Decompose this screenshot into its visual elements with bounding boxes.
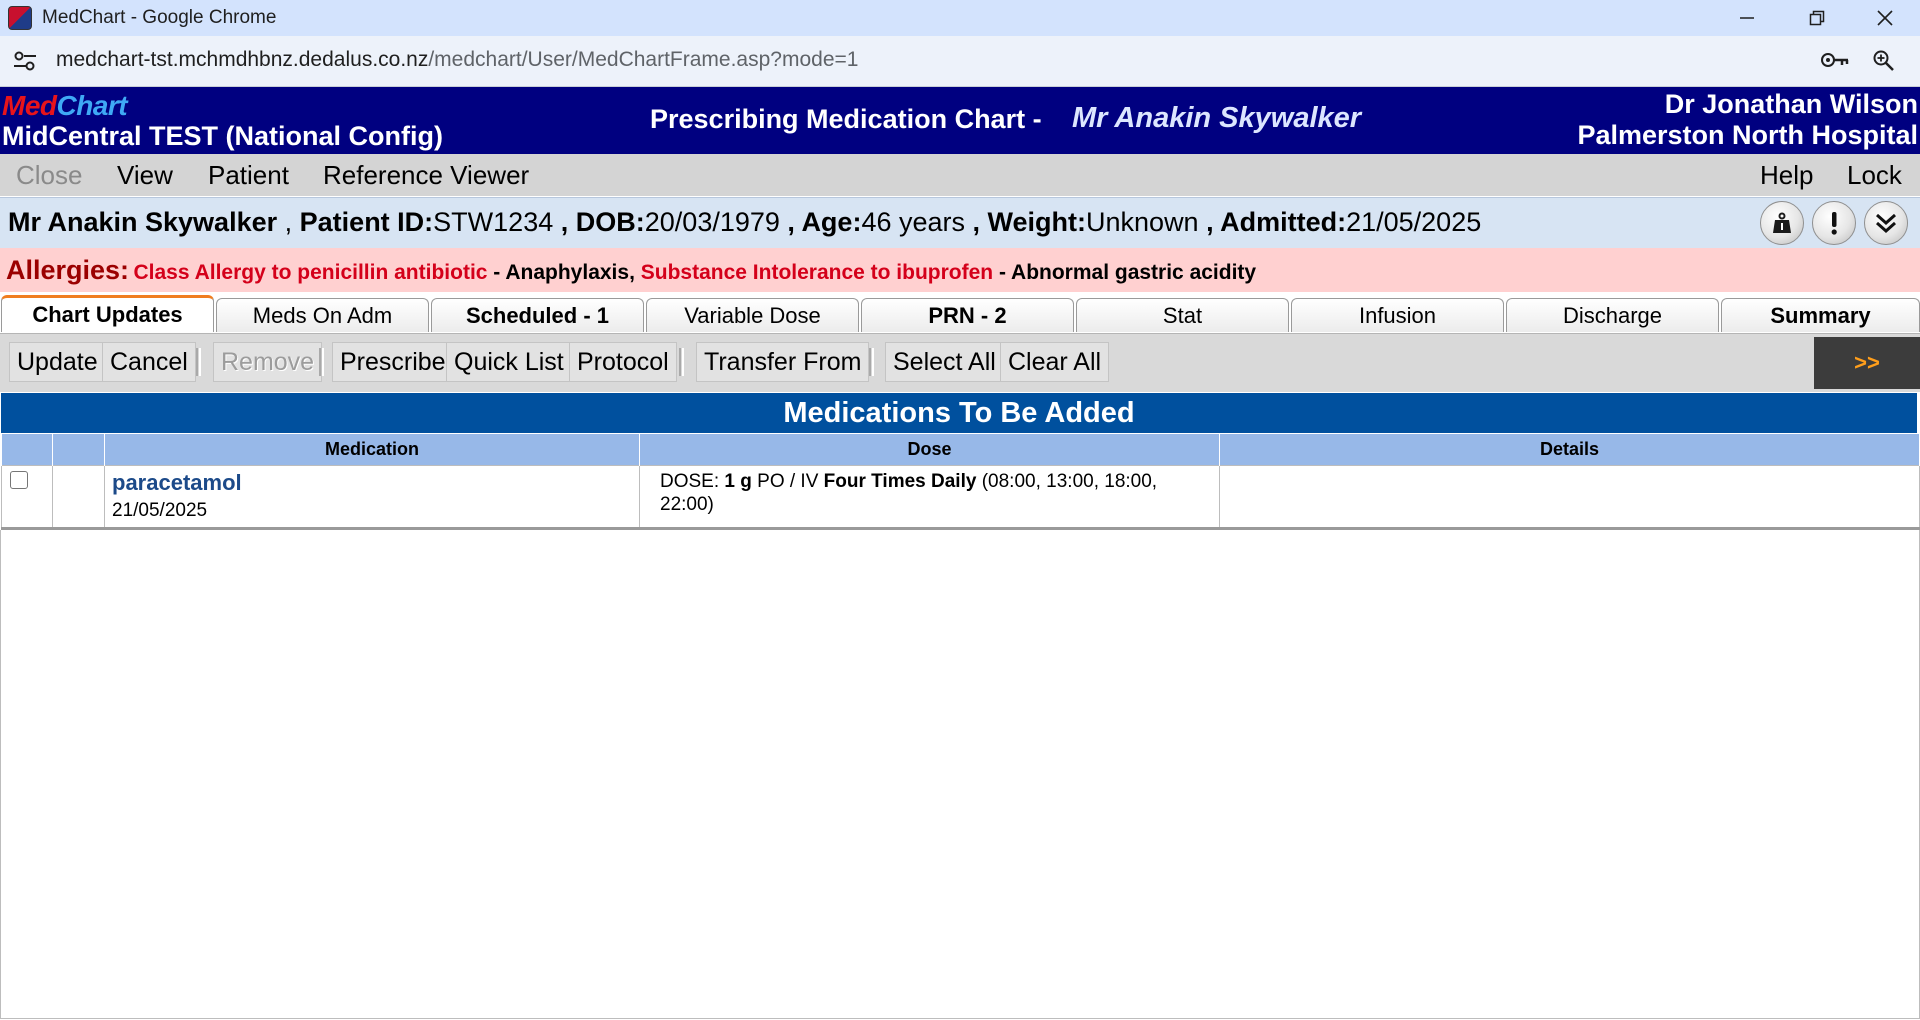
expand-banner-button[interactable]: [1864, 201, 1908, 245]
url-host: medchart-tst.mchmdhbnz.dedalus.co.nz: [56, 48, 429, 71]
toolbar-separator: [679, 348, 684, 376]
allergy-reaction: Anaphylaxis: [505, 261, 630, 284]
medications-section-title: Medications To Be Added: [1, 393, 1917, 433]
select-column-header: [1, 433, 53, 466]
allergy-item: Class Allergy to penicillin antibiotic: [133, 261, 488, 284]
dose-column-header: Dose: [639, 433, 1220, 466]
medication-date: 21/05/2025: [112, 500, 208, 521]
menu-help[interactable]: Help: [1760, 160, 1813, 191]
config-name: MidCentral TEST (National Config): [2, 121, 443, 151]
close-icon: [1877, 10, 1893, 26]
quick-list-button[interactable]: Quick List: [446, 342, 572, 382]
tab-infusion[interactable]: Infusion: [1291, 298, 1504, 332]
zoom-icon[interactable]: [1872, 49, 1896, 73]
chart-patient-name: Mr Anakin Skywalker: [1072, 102, 1362, 134]
current-doctor: Dr Jonathan Wilson: [1664, 89, 1918, 119]
url-field[interactable]: medchart-tst.mchmdhbnz.dedalus.co.nz/med…: [56, 48, 858, 72]
update-button[interactable]: Update: [9, 342, 106, 382]
allergies-bar: Allergies: Class Allergy to penicillin a…: [0, 248, 1920, 292]
more-actions-button[interactable]: >>: [1814, 337, 1920, 389]
browser-title-bar: MedChart - Google Chrome: [0, 0, 1920, 36]
medications-table: Medication Dose Details paracetamol 21/0…: [1, 433, 1920, 530]
chart-title: Prescribing Medication Chart -: [650, 104, 1042, 134]
alert-button[interactable]: [1812, 201, 1856, 245]
allergy-item: Substance Intolerance to ibuprofen: [640, 261, 994, 284]
exclamation-icon: [1831, 212, 1837, 235]
medchart-app-icon: [8, 6, 32, 30]
tab-meds-on-adm[interactable]: Meds On Adm: [216, 298, 429, 332]
medication-cell: paracetamol 21/05/2025: [104, 465, 640, 530]
prescribe-button[interactable]: Prescribe: [332, 342, 454, 382]
dose-amount: 1 g: [724, 471, 752, 492]
tab-prn[interactable]: PRN - 2: [861, 298, 1074, 332]
restore-icon: [1809, 10, 1825, 26]
tab-stat[interactable]: Stat: [1076, 298, 1289, 332]
menu-reference-viewer[interactable]: Reference Viewer: [323, 160, 529, 191]
patient-name: Mr Anakin Skywalker: [8, 207, 278, 237]
password-key-icon[interactable]: [1820, 50, 1850, 70]
medchart-header: MedChart MidCentral TEST (National Confi…: [0, 87, 1920, 154]
patient-admitted: 21/05/2025: [1346, 207, 1482, 237]
patient-weight: Unknown: [1086, 207, 1199, 237]
patient-id: STW1234: [433, 207, 554, 237]
weight-scale-icon: [1773, 212, 1791, 233]
double-chevron-down-icon: [1876, 213, 1896, 234]
address-bar: medchart-tst.mchmdhbnz.dedalus.co.nz/med…: [0, 36, 1920, 87]
remove-button[interactable]: Remove: [213, 342, 323, 382]
weight-button[interactable]: [1760, 201, 1804, 245]
table-row: paracetamol 21/05/2025 DOSE: 1 g PO / IV…: [1, 465, 1920, 530]
tab-scheduled[interactable]: Scheduled - 1: [431, 298, 644, 332]
select-cell: [1, 465, 53, 530]
close-window-button[interactable]: [1850, 0, 1920, 36]
select-all-button[interactable]: Select All: [885, 342, 1004, 382]
status-column-header: [52, 433, 105, 466]
status-cell: [52, 465, 105, 530]
minimize-icon: [1740, 17, 1754, 19]
dose-frequency: Four Times Daily: [823, 471, 977, 492]
tab-chart-updates[interactable]: Chart Updates: [1, 295, 214, 332]
table-header-row: Medication Dose Details: [1, 433, 1920, 466]
tab-discharge[interactable]: Discharge: [1506, 298, 1719, 332]
protocol-button[interactable]: Protocol: [569, 342, 677, 382]
details-cell: [1219, 465, 1920, 530]
toolbar-separator: [196, 348, 201, 376]
patient-details: Mr Anakin Skywalker , Patient ID:STW1234…: [8, 207, 1482, 237]
menu-lock[interactable]: Lock: [1847, 160, 1902, 191]
url-path: /medchart/User/MedChartFrame.asp?mode=1: [428, 48, 859, 71]
allergies-label: Allergies:: [6, 255, 130, 285]
action-toolbar: Update Cancel Remove Prescribe Quick Lis…: [0, 333, 1920, 392]
dose-text: DOSE: 1 g PO / IV Four Times Daily (08:0…: [660, 471, 1158, 515]
transfer-from-button[interactable]: Transfer From: [696, 342, 870, 382]
current-hospital: Palmerston North Hospital: [1577, 120, 1918, 150]
medication-name-link[interactable]: paracetamol: [112, 470, 639, 496]
minimize-button[interactable]: [1712, 0, 1782, 36]
details-column-header: Details: [1219, 433, 1920, 466]
allergy-reaction: Abnormal gastric acidity: [1011, 261, 1257, 284]
restore-button[interactable]: [1782, 0, 1852, 36]
menu-patient[interactable]: Patient: [208, 160, 289, 191]
clear-all-button[interactable]: Clear All: [1000, 342, 1110, 382]
cancel-button[interactable]: Cancel: [102, 342, 196, 382]
content-area: [0, 530, 1920, 1019]
tab-variable-dose[interactable]: Variable Dose: [646, 298, 859, 332]
menu-close[interactable]: Close: [16, 160, 82, 191]
menu-view[interactable]: View: [117, 160, 173, 191]
toolbar-separator: [319, 348, 324, 376]
tab-summary[interactable]: Summary: [1721, 298, 1920, 332]
site-settings-icon[interactable]: [12, 49, 38, 73]
dose-route: PO / IV: [757, 471, 819, 492]
medchart-logo: MedChart: [2, 90, 128, 121]
allergies-line: Allergies: Class Allergy to penicillin a…: [6, 255, 1257, 285]
toolbar-separator: [869, 348, 874, 376]
row-select-checkbox[interactable]: [10, 471, 28, 489]
window-title: MedChart - Google Chrome: [42, 7, 277, 28]
chart-tabs: Chart Updates Meds On Adm Scheduled - 1 …: [0, 295, 1920, 332]
patient-age: 46 years: [861, 207, 965, 237]
dose-cell: DOSE: 1 g PO / IV Four Times Daily (08:0…: [639, 465, 1220, 530]
patient-dob: 20/03/1979: [644, 207, 780, 237]
patient-banner: Mr Anakin Skywalker , Patient ID:STW1234…: [0, 197, 1920, 249]
menu-bar: Close View Patient Reference Viewer Help…: [0, 154, 1920, 196]
medication-column-header: Medication: [104, 433, 640, 466]
